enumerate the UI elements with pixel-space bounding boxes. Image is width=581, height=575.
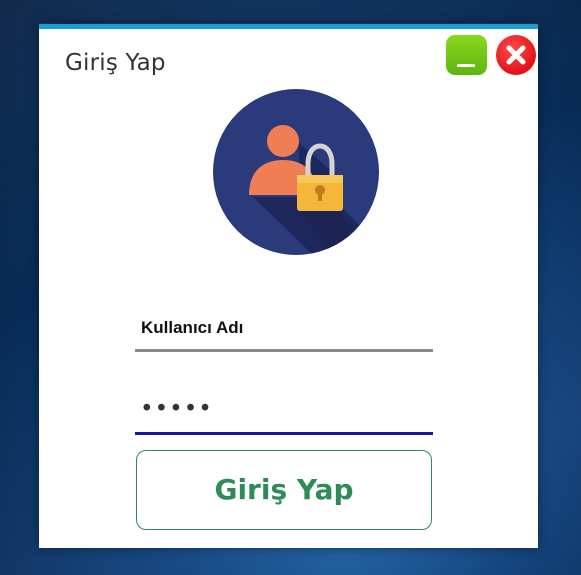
username-value: Kullanıcı Adı — [141, 318, 244, 337]
minimize-icon — [457, 64, 475, 67]
close-button[interactable] — [496, 35, 536, 75]
login-button[interactable]: Giriş Yap — [136, 450, 432, 530]
password-field[interactable]: ••••• — [135, 389, 433, 435]
minimize-button[interactable] — [446, 35, 487, 75]
close-icon — [506, 45, 526, 65]
window-accent-bar — [39, 24, 538, 29]
password-value: ••••• — [140, 396, 213, 422]
user-lock-icon — [213, 89, 379, 255]
login-window: Giriş Yap Kullanıcı Adı ••••• Giriş Yap — [39, 24, 538, 548]
window-title: Giriş Yap — [65, 50, 166, 76]
username-field[interactable]: Kullanıcı Adı — [135, 306, 433, 352]
